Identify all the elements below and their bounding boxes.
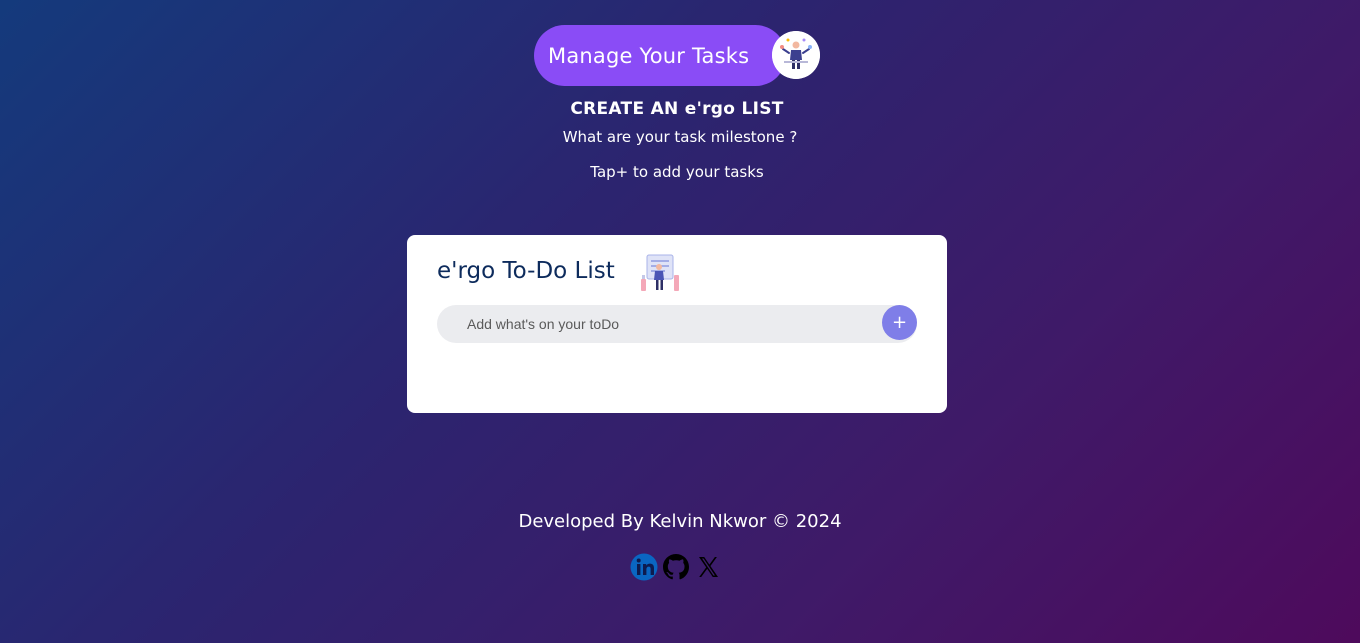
intro-heading: CREATE AN e'rgo LIST — [570, 99, 784, 119]
avatar — [772, 31, 820, 79]
footer-credit: Developed By Kelvin Nkwor © 2024 — [518, 511, 842, 532]
app-title: Manage Your Tasks — [548, 43, 750, 68]
todo-input-row: + — [437, 305, 917, 343]
social-links — [630, 552, 722, 582]
linkedin-icon[interactable] — [630, 552, 658, 582]
task-board-illustration-icon — [641, 254, 679, 291]
todo-card-title: e'rgo To-Do List — [437, 258, 615, 284]
intro-hint: Tap+ to add your tasks — [590, 163, 764, 181]
add-task-button[interactable]: + — [882, 305, 917, 340]
header-banner: Manage Your Tasks — [534, 25, 786, 86]
intro-question: What are your task milestone ? — [562, 128, 798, 146]
x-icon[interactable] — [694, 552, 722, 582]
todo-card: e'rgo To-Do List + — [407, 235, 947, 413]
todo-input[interactable] — [437, 305, 877, 343]
github-icon[interactable] — [662, 552, 690, 582]
multitasking-person-icon — [772, 31, 820, 79]
